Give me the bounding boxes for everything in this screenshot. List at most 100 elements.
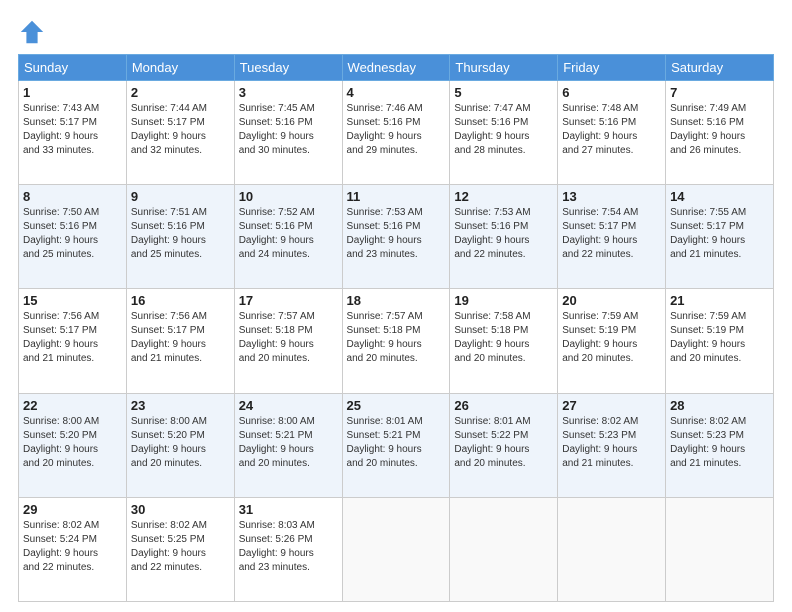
day-number: 8	[23, 189, 122, 204]
calendar-day	[342, 497, 450, 601]
calendar-day: 3 Sunrise: 7:45 AM Sunset: 5:16 PM Daylig…	[234, 81, 342, 185]
calendar-week-row: 29 Sunrise: 8:02 AM Sunset: 5:24 PM Dayli…	[19, 497, 774, 601]
day-number: 5	[454, 85, 553, 100]
calendar-day: 16Sunrise: 7:56 AM Sunset: 5:17 PM Dayli…	[126, 289, 234, 393]
calendar-day: 15 Sunrise: 7:56 AM Sunset: 5:17 PM Dayli…	[19, 289, 127, 393]
calendar-day: 25 Sunrise: 8:01 AM Sunset: 5:21 PM Dayli…	[342, 393, 450, 497]
calendar-day: 22 Sunrise: 8:00 AM Sunset: 5:20 PM Dayli…	[19, 393, 127, 497]
day-number: 26	[454, 398, 553, 413]
calendar-day: 18 Sunrise: 7:57 AM Sunset: 5:18 PM Dayli…	[342, 289, 450, 393]
logo	[18, 18, 50, 46]
day-number: 28	[670, 398, 769, 413]
calendar-day	[558, 497, 666, 601]
day-number: 13	[562, 189, 661, 204]
calendar-day: 1Sunrise: 7:43 AM Sunset: 5:17 PM Daylig…	[19, 81, 127, 185]
weekday-header: Sunday	[19, 55, 127, 81]
calendar-day: 24 Sunrise: 8:00 AM Sunset: 5:21 PM Dayli…	[234, 393, 342, 497]
day-number: 3	[239, 85, 338, 100]
calendar-day: 13 Sunrise: 7:54 AM Sunset: 5:17 PM Dayli…	[558, 185, 666, 289]
day-number: 10	[239, 189, 338, 204]
day-number: 31	[239, 502, 338, 517]
calendar-day: 5Sunrise: 7:47 AM Sunset: 5:16 PM Daylig…	[450, 81, 558, 185]
calendar-day: 26 Sunrise: 8:01 AM Sunset: 5:22 PM Dayli…	[450, 393, 558, 497]
calendar-day: 10 Sunrise: 7:52 AM Sunset: 5:16 PM Dayli…	[234, 185, 342, 289]
day-info: Sunrise: 7:57 AM Sunset: 5:18 PM Dayligh…	[347, 310, 446, 366]
weekday-header: Tuesday	[234, 55, 342, 81]
day-info: Sunrise: 7:53 AM Sunset: 5:16 PM Dayligh…	[347, 206, 446, 262]
day-info: Sunrise: 7:45 AM Sunset: 5:16 PM Dayligh…	[239, 102, 338, 158]
calendar-day: 6 Sunrise: 7:48 AM Sunset: 5:16 PM Daylig…	[558, 81, 666, 185]
page: SundayMondayTuesdayWednesdayThursdayFrid…	[0, 0, 792, 612]
calendar-table: SundayMondayTuesdayWednesdayThursdayFrid…	[18, 54, 774, 602]
day-info: Sunrise: 8:01 AM Sunset: 5:21 PM Dayligh…	[347, 415, 446, 471]
calendar-body: 1Sunrise: 7:43 AM Sunset: 5:17 PM Daylig…	[19, 81, 774, 602]
day-number: 23	[131, 398, 230, 413]
day-info: Sunrise: 8:00 AM Sunset: 5:20 PM Dayligh…	[131, 415, 230, 471]
calendar-day: 2 Sunrise: 7:44 AM Sunset: 5:17 PM Daylig…	[126, 81, 234, 185]
logo-icon	[18, 18, 46, 46]
day-number: 24	[239, 398, 338, 413]
day-info: Sunrise: 7:48 AM Sunset: 5:16 PM Dayligh…	[562, 102, 661, 158]
calendar-day: 19 Sunrise: 7:58 AM Sunset: 5:18 PM Dayli…	[450, 289, 558, 393]
day-info: Sunrise: 8:00 AM Sunset: 5:20 PM Dayligh…	[23, 415, 122, 471]
day-info: Sunrise: 7:50 AM Sunset: 5:16 PM Dayligh…	[23, 206, 122, 262]
day-number: 20	[562, 293, 661, 308]
calendar-day	[450, 497, 558, 601]
calendar-day: 12Sunrise: 7:53 AM Sunset: 5:16 PM Dayli…	[450, 185, 558, 289]
calendar-week-row: 22 Sunrise: 8:00 AM Sunset: 5:20 PM Dayli…	[19, 393, 774, 497]
day-number: 22	[23, 398, 122, 413]
day-info: Sunrise: 8:02 AM Sunset: 5:25 PM Dayligh…	[131, 519, 230, 575]
weekday-header: Thursday	[450, 55, 558, 81]
day-number: 17	[239, 293, 338, 308]
day-info: Sunrise: 7:51 AM Sunset: 5:16 PM Dayligh…	[131, 206, 230, 262]
weekday-header: Friday	[558, 55, 666, 81]
calendar-day: 20 Sunrise: 7:59 AM Sunset: 5:19 PM Dayli…	[558, 289, 666, 393]
day-info: Sunrise: 8:02 AM Sunset: 5:24 PM Dayligh…	[23, 519, 122, 575]
calendar-week-row: 15 Sunrise: 7:56 AM Sunset: 5:17 PM Dayli…	[19, 289, 774, 393]
day-info: Sunrise: 7:55 AM Sunset: 5:17 PM Dayligh…	[670, 206, 769, 262]
weekday-header: Monday	[126, 55, 234, 81]
calendar-day: 4Sunrise: 7:46 AM Sunset: 5:16 PM Daylig…	[342, 81, 450, 185]
day-info: Sunrise: 8:00 AM Sunset: 5:21 PM Dayligh…	[239, 415, 338, 471]
day-number: 21	[670, 293, 769, 308]
day-number: 19	[454, 293, 553, 308]
day-number: 4	[347, 85, 446, 100]
day-info: Sunrise: 7:44 AM Sunset: 5:17 PM Dayligh…	[131, 102, 230, 158]
day-number: 14	[670, 189, 769, 204]
day-number: 6	[562, 85, 661, 100]
day-info: Sunrise: 7:54 AM Sunset: 5:17 PM Dayligh…	[562, 206, 661, 262]
day-number: 12	[454, 189, 553, 204]
day-number: 15	[23, 293, 122, 308]
day-number: 11	[347, 189, 446, 204]
day-number: 29	[23, 502, 122, 517]
day-number: 16	[131, 293, 230, 308]
calendar-day: 31Sunrise: 8:03 AM Sunset: 5:26 PM Dayli…	[234, 497, 342, 601]
calendar-day: 27Sunrise: 8:02 AM Sunset: 5:23 PM Dayli…	[558, 393, 666, 497]
day-number: 25	[347, 398, 446, 413]
calendar-day: 30 Sunrise: 8:02 AM Sunset: 5:25 PM Dayli…	[126, 497, 234, 601]
day-info: Sunrise: 7:56 AM Sunset: 5:17 PM Dayligh…	[23, 310, 122, 366]
day-number: 30	[131, 502, 230, 517]
day-info: Sunrise: 8:02 AM Sunset: 5:23 PM Dayligh…	[562, 415, 661, 471]
day-info: Sunrise: 7:49 AM Sunset: 5:16 PM Dayligh…	[670, 102, 769, 158]
calendar-day: 7Sunrise: 7:49 AM Sunset: 5:16 PM Daylig…	[666, 81, 774, 185]
day-number: 9	[131, 189, 230, 204]
calendar-day: 23 Sunrise: 8:00 AM Sunset: 5:20 PM Dayli…	[126, 393, 234, 497]
calendar-week-row: 8 Sunrise: 7:50 AM Sunset: 5:16 PM Daylig…	[19, 185, 774, 289]
calendar-day: 29 Sunrise: 8:02 AM Sunset: 5:24 PM Dayli…	[19, 497, 127, 601]
weekday-header: Wednesday	[342, 55, 450, 81]
calendar-header-row: SundayMondayTuesdayWednesdayThursdayFrid…	[19, 55, 774, 81]
day-info: Sunrise: 8:01 AM Sunset: 5:22 PM Dayligh…	[454, 415, 553, 471]
day-number: 1	[23, 85, 122, 100]
calendar-day: 11 Sunrise: 7:53 AM Sunset: 5:16 PM Dayli…	[342, 185, 450, 289]
day-number: 2	[131, 85, 230, 100]
day-info: Sunrise: 7:57 AM Sunset: 5:18 PM Dayligh…	[239, 310, 338, 366]
calendar-week-row: 1Sunrise: 7:43 AM Sunset: 5:17 PM Daylig…	[19, 81, 774, 185]
day-number: 18	[347, 293, 446, 308]
day-info: Sunrise: 7:59 AM Sunset: 5:19 PM Dayligh…	[562, 310, 661, 366]
day-info: Sunrise: 7:59 AM Sunset: 5:19 PM Dayligh…	[670, 310, 769, 366]
day-info: Sunrise: 7:58 AM Sunset: 5:18 PM Dayligh…	[454, 310, 553, 366]
calendar-day: 14 Sunrise: 7:55 AM Sunset: 5:17 PM Dayli…	[666, 185, 774, 289]
day-info: Sunrise: 7:52 AM Sunset: 5:16 PM Dayligh…	[239, 206, 338, 262]
calendar-day: 8 Sunrise: 7:50 AM Sunset: 5:16 PM Daylig…	[19, 185, 127, 289]
